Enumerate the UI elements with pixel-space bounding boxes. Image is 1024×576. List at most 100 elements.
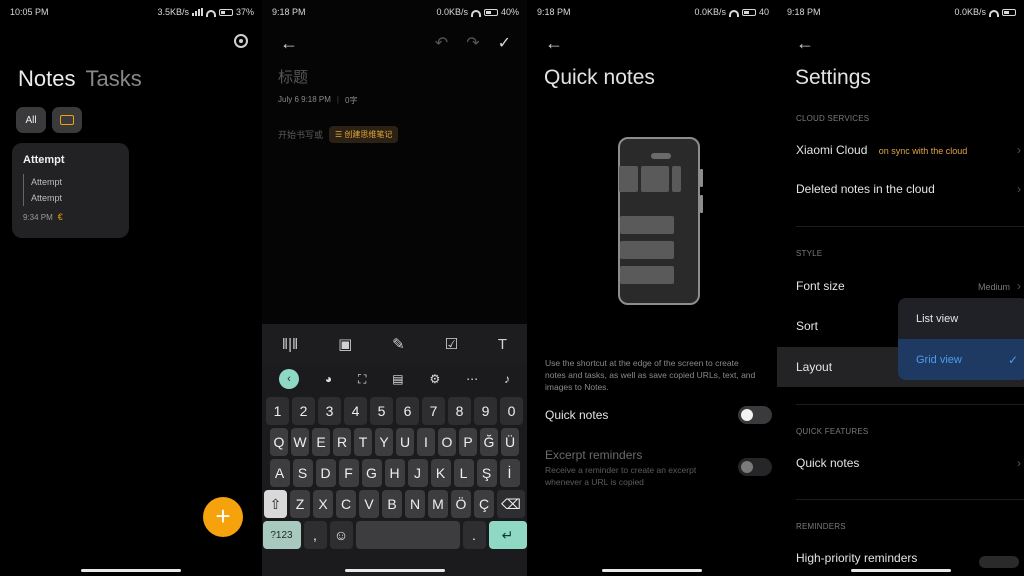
key-letter[interactable]: E: [312, 428, 330, 456]
font-size-row[interactable]: Font size Medium ›: [796, 279, 1024, 293]
status-bar: 9:18 PM 0.0KB/s 40: [537, 6, 769, 18]
mic-icon[interactable]: ♪: [504, 372, 510, 386]
gear-icon[interactable]: ⚙: [430, 372, 441, 386]
key-letter[interactable]: O: [438, 428, 456, 456]
key-digit[interactable]: 8: [448, 397, 471, 425]
chip-all[interactable]: All: [16, 107, 46, 133]
section-quick-features: QUICK FEATURES: [796, 427, 869, 436]
list-view-option[interactable]: List view: [898, 298, 1024, 339]
key-letter[interactable]: I: [417, 428, 435, 456]
key-letter[interactable]: K: [430, 459, 451, 487]
more-icon[interactable]: ⋯: [466, 372, 478, 386]
tab-tasks[interactable]: Tasks: [85, 66, 141, 92]
settings-gear-icon[interactable]: [234, 34, 248, 48]
confirm-check-icon[interactable]: ✓: [498, 33, 511, 53]
key-digit[interactable]: 7: [422, 397, 445, 425]
key-letter[interactable]: Ş: [476, 459, 497, 487]
space-key[interactable]: [355, 521, 460, 549]
key-digit[interactable]: 4: [344, 397, 367, 425]
note-card[interactable]: Attempt Attempt Attempt 9:34 PM €: [12, 143, 129, 238]
clipboard-icon[interactable]: ▤: [392, 372, 403, 386]
key-letter[interactable]: V: [359, 490, 379, 518]
excerpt-reminders-sub: Receive a reminder to create an excerpt …: [545, 465, 697, 487]
checklist-icon[interactable]: ☑: [445, 335, 458, 353]
quick-notes-row[interactable]: Quick notes ›: [796, 456, 1024, 470]
quick-notes-toggle[interactable]: [738, 406, 772, 424]
collapse-icon[interactable]: ‹: [278, 369, 299, 389]
grid-view-option[interactable]: Grid view ✓: [898, 339, 1024, 380]
translate-icon[interactable]: ⛶: [358, 372, 366, 387]
key-letter[interactable]: Ü: [501, 428, 519, 456]
section-cloud-services: CLOUD SERVICES: [796, 114, 870, 123]
signal-icon: [191, 8, 203, 16]
wifi-icon: [205, 9, 216, 17]
symbols-key[interactable]: ?123: [262, 521, 301, 549]
key-letter[interactable]: X: [313, 490, 333, 518]
handwriting-icon[interactable]: ✎: [392, 335, 405, 353]
key-letter[interactable]: G: [361, 459, 382, 487]
status-time: 9:18 PM: [272, 7, 306, 17]
wifi-icon: [470, 9, 481, 17]
home-indicator[interactable]: [602, 569, 702, 572]
emoji-key[interactable]: ☺: [329, 521, 353, 549]
key-letter[interactable]: Z: [290, 490, 310, 518]
key-letter[interactable]: N: [405, 490, 425, 518]
key-digit[interactable]: 0: [500, 397, 523, 425]
back-arrow-icon[interactable]: ←: [796, 33, 814, 54]
home-indicator[interactable]: [344, 569, 445, 572]
key-letter[interactable]: Y: [375, 428, 393, 456]
back-arrow-icon[interactable]: ←: [280, 33, 298, 54]
audio-wave-icon[interactable]: ‖|‖: [282, 336, 298, 353]
key-letter[interactable]: R: [333, 428, 351, 456]
comma-key[interactable]: ,: [303, 521, 327, 549]
deleted-notes-row[interactable]: Deleted notes in the cloud ›: [796, 182, 1024, 196]
undo-icon[interactable]: ↶: [435, 33, 448, 53]
key-letter[interactable]: U: [396, 428, 414, 456]
key-digit[interactable]: 5: [370, 397, 393, 425]
key-letter[interactable]: İ: [499, 459, 520, 487]
enter-key[interactable]: ↵: [488, 521, 527, 549]
palette-icon[interactable]: ◕: [325, 372, 332, 386]
home-indicator[interactable]: [81, 569, 181, 572]
body-placeholder: 开始书写或: [278, 130, 324, 140]
key-letter[interactable]: S: [292, 459, 313, 487]
key-letter[interactable]: Ç: [474, 490, 494, 518]
key-letter[interactable]: F: [338, 459, 359, 487]
key-letter[interactable]: D: [315, 459, 336, 487]
mind-map-button[interactable]: ☰ 创建思维笔记: [329, 126, 399, 143]
key-letter[interactable]: T: [354, 428, 372, 456]
key-digit[interactable]: 1: [266, 397, 289, 425]
image-icon[interactable]: ▣: [338, 335, 352, 353]
key-letter[interactable]: B: [382, 490, 402, 518]
excerpt-reminders-toggle[interactable]: [738, 458, 772, 476]
key-digit[interactable]: 9: [474, 397, 497, 425]
key-letter[interactable]: Ö: [451, 490, 471, 518]
key-letter[interactable]: A: [269, 459, 290, 487]
key-letter[interactable]: H: [384, 459, 405, 487]
redo-icon[interactable]: ↷: [466, 33, 479, 53]
back-arrow-icon[interactable]: ←: [545, 33, 563, 54]
key-digit[interactable]: 3: [318, 397, 341, 425]
home-indicator[interactable]: [850, 569, 951, 572]
key-letter[interactable]: C: [336, 490, 356, 518]
xiaomi-cloud-row[interactable]: Xiaomi Cloud on sync with the cloud ›: [796, 143, 1024, 157]
text-format-icon[interactable]: T: [498, 336, 507, 353]
key-digit[interactable]: 2: [292, 397, 315, 425]
key-letter[interactable]: J: [407, 459, 428, 487]
key-letter[interactable]: P: [459, 428, 477, 456]
period-key[interactable]: .: [462, 521, 486, 549]
key-letter[interactable]: W: [291, 428, 309, 456]
key-letter[interactable]: M: [428, 490, 448, 518]
key-letter[interactable]: L: [453, 459, 474, 487]
key-digit[interactable]: 6: [396, 397, 419, 425]
tab-notes[interactable]: Notes: [18, 66, 75, 92]
shift-key[interactable]: ⇧: [264, 490, 287, 518]
backspace-key[interactable]: ⌫: [497, 490, 525, 518]
body-input[interactable]: 开始书写或 ☰ 创建思维笔记: [278, 126, 399, 143]
key-letter[interactable]: Q: [270, 428, 288, 456]
toggle-partial[interactable]: [979, 556, 1019, 568]
add-note-button[interactable]: +: [203, 497, 243, 537]
key-letter[interactable]: Ğ: [480, 428, 498, 456]
folder-chip[interactable]: [52, 107, 82, 133]
title-input[interactable]: 标题: [278, 66, 308, 87]
